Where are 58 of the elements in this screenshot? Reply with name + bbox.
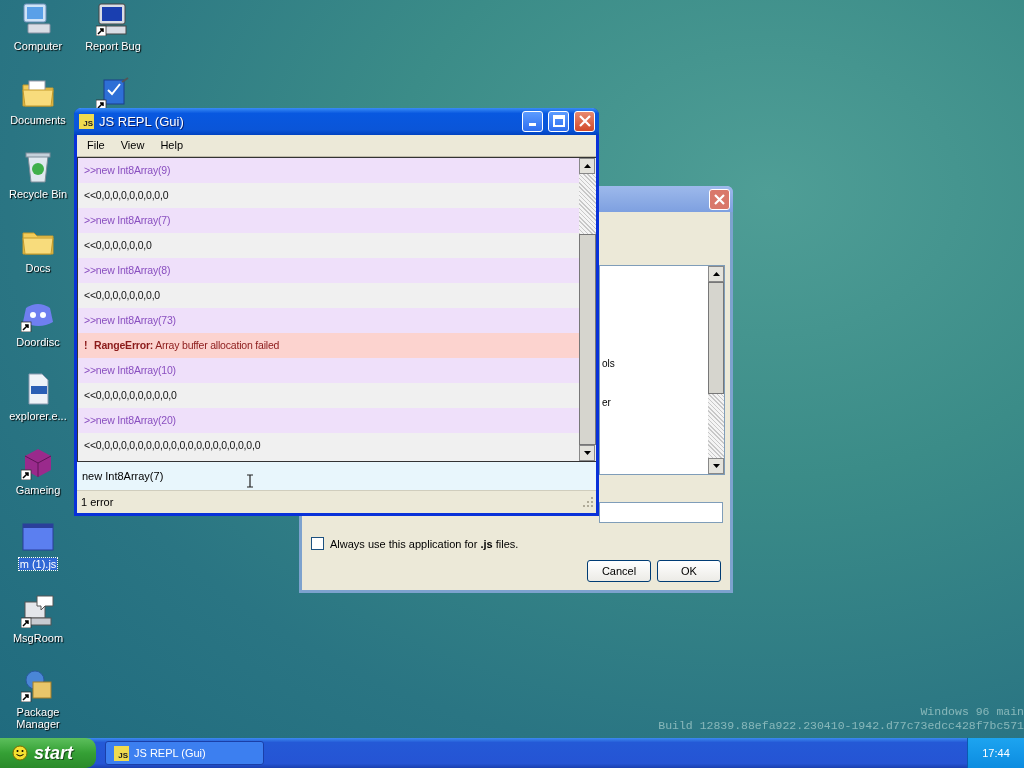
resize-grip-icon[interactable] (583, 497, 593, 508)
icon-label: Docs (24, 262, 52, 274)
watermark-text: Windows 96 main (920, 705, 1024, 719)
ok-button[interactable]: OK (657, 560, 721, 582)
icon-label: Computer (12, 40, 64, 52)
icon-label: Package Manager (15, 706, 61, 730)
close-icon (713, 192, 726, 206)
icon-label: m (1).js (18, 558, 58, 570)
list-item[interactable]: ols (602, 358, 615, 369)
icon-label: MsgRoom (11, 632, 65, 644)
up-arrow-icon (583, 163, 591, 168)
smiley-icon (12, 745, 28, 761)
menu-item[interactable]: Help (152, 139, 191, 152)
scroll-up-button[interactable] (708, 266, 724, 282)
icon-label: Report Bug (84, 40, 142, 52)
minimize-icon (529, 122, 536, 126)
app-icon: JS (79, 113, 94, 129)
cancel-button[interactable]: Cancel (587, 560, 651, 582)
checkbox-label: Always use this application for .js files. (330, 537, 519, 550)
computer-icon[interactable] (96, 2, 130, 36)
list-item[interactable]: er (602, 397, 611, 408)
icon-label: Gameing (14, 484, 62, 496)
watermark-text: Build 12839.88efa922.230410-1942.d77c73edcc428f7bc571 (658, 719, 1024, 733)
scroll-down-button[interactable] (708, 458, 724, 474)
app-icon: JS (114, 745, 129, 761)
program-list[interactable]: ols er (599, 265, 725, 475)
close-button[interactable] (574, 110, 595, 132)
clock: 17:44 (982, 747, 1010, 759)
path-field[interactable] (599, 502, 723, 523)
maximize-icon (552, 115, 565, 128)
scrollbar-thumb[interactable] (708, 282, 724, 394)
up-arrow-icon (712, 272, 720, 276)
scrollbar[interactable] (579, 157, 596, 462)
scroll-down-button[interactable] (579, 445, 595, 462)
close-button[interactable] (709, 188, 730, 210)
message-icon[interactable] (21, 594, 55, 628)
input-field[interactable]: new Int8Array(7) (77, 470, 237, 483)
down-arrow-icon (712, 464, 720, 468)
icon-label: explorer.e... (8, 410, 68, 422)
scroll-up-button[interactable] (579, 157, 595, 174)
icon-label: Recycle Bin (7, 188, 69, 200)
scrollbar[interactable] (708, 266, 724, 474)
icon-label: Doordisc (15, 336, 61, 348)
status-text: 1 error (81, 496, 114, 509)
menu-item[interactable]: File (79, 139, 113, 152)
text-cursor-icon (246, 474, 254, 489)
window-icon[interactable] (21, 520, 55, 554)
checkbox[interactable] (311, 537, 324, 550)
close-icon (578, 115, 591, 128)
maximize-button[interactable] (548, 110, 569, 132)
icon-label: Documents (9, 114, 67, 126)
menu-item[interactable]: View (112, 139, 153, 152)
scrollbar-thumb[interactable] (579, 233, 596, 446)
checklist-pen-icon[interactable] (96, 76, 130, 110)
minimize-button[interactable] (522, 110, 543, 132)
taskbar-button[interactable]: JS JS REPL (Gui) (105, 741, 264, 765)
down-arrow-icon (583, 451, 591, 456)
window-title: JS REPL (Gui) (99, 113, 184, 129)
